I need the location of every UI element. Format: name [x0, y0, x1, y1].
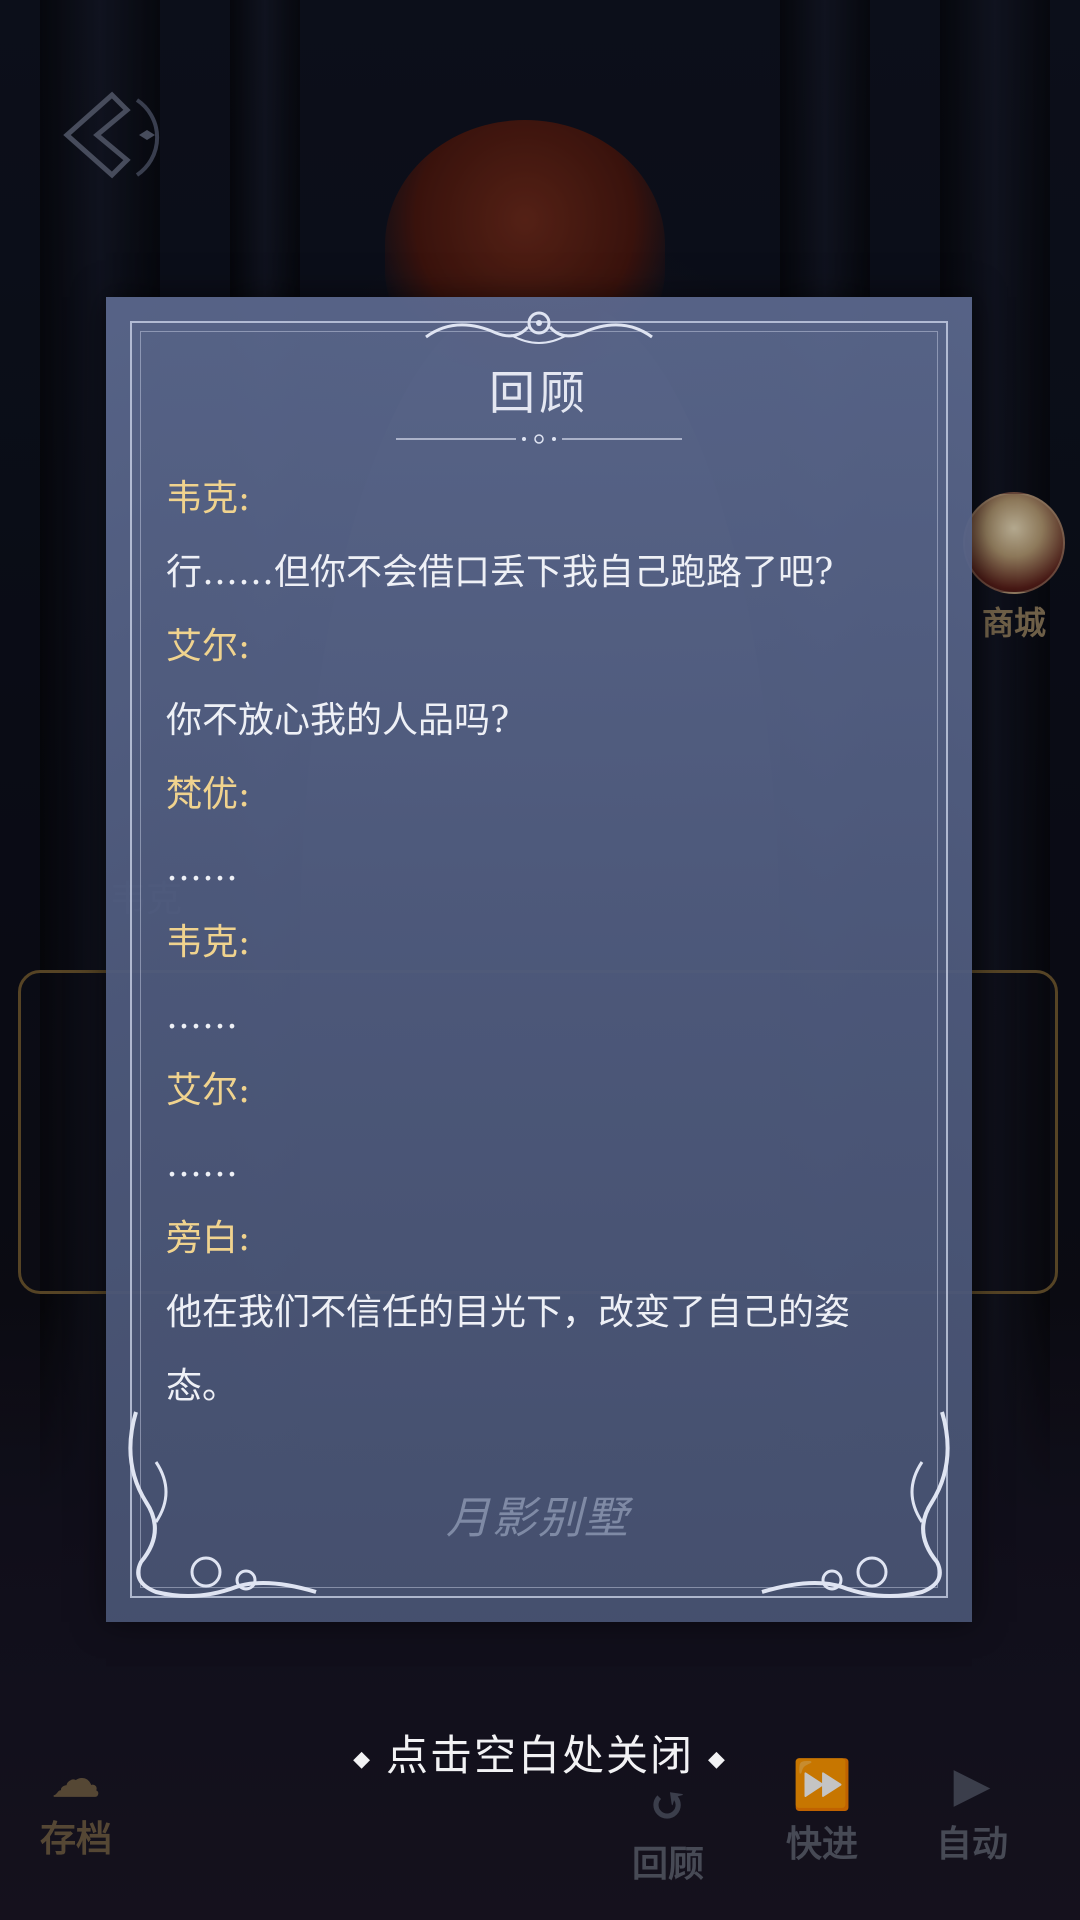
- dialogue-log: 韦克: 行……但你不会借口丢下我自己跑路了吧? 艾尔: 你不放心我的人品吗? 梵…: [166, 462, 906, 1424]
- log-speaker: 艾尔:: [166, 626, 251, 667]
- diamond-icon: ◆: [708, 1746, 727, 1772]
- log-speaker: 旁白:: [166, 1218, 251, 1259]
- corner-ornament-icon: [761, 1411, 950, 1598]
- log-line: ……: [166, 996, 238, 1037]
- log-speaker: 韦克:: [166, 922, 251, 963]
- game-logo-watermark: 月影别墅: [446, 1493, 630, 1544]
- diamond-icon: ◆: [353, 1746, 372, 1772]
- log-speaker: 梵优:: [166, 774, 251, 815]
- title-divider: [396, 434, 682, 444]
- log-line: ……: [166, 848, 238, 889]
- review-log-panel: 回顾 韦克: 行……但你不会借口丢下我自己跑路了吧? 艾尔: 你不放心我的人品吗…: [106, 297, 972, 1622]
- log-line: 你不放心我的人品吗?: [166, 700, 510, 741]
- log-line: ……: [166, 1144, 238, 1185]
- close-hint-label: 点击空白处关闭: [385, 1731, 694, 1780]
- panel-title: 回顾: [489, 366, 589, 420]
- close-hint[interactable]: ◆ 点击空白处关闭 ◆: [0, 1722, 1080, 1783]
- log-speaker: 韦克:: [166, 478, 251, 519]
- log-speaker: 艾尔:: [166, 1070, 251, 1111]
- top-ornament-icon: [425, 311, 653, 344]
- log-line: 行……但你不会借口丢下我自己跑路了吧?: [166, 552, 834, 593]
- corner-ornament-icon: [128, 1411, 317, 1598]
